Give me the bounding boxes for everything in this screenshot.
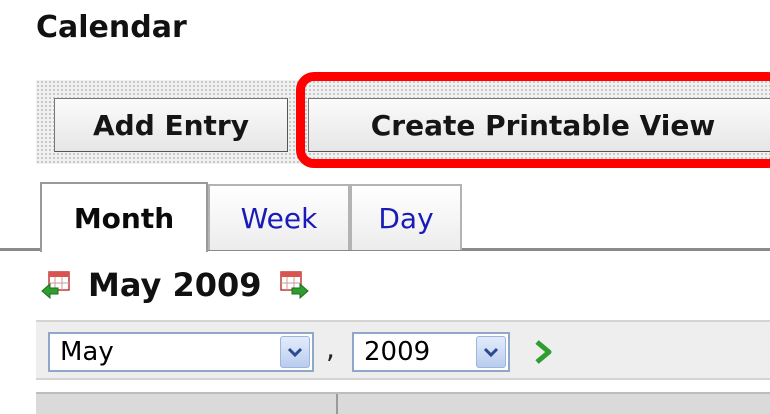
chevron-down-icon[interactable]: [476, 336, 506, 368]
year-select-value: 2009: [364, 337, 431, 367]
go-arrow-icon[interactable]: [526, 334, 560, 370]
page-title: Calendar: [36, 10, 187, 45]
chevron-down-icon[interactable]: [280, 336, 310, 368]
calendar-previous-icon[interactable]: [40, 269, 72, 301]
month-select-value: May: [60, 337, 114, 367]
highlight-annotation: [296, 72, 770, 168]
tab-day[interactable]: Day: [350, 184, 462, 250]
year-select[interactable]: 2009: [352, 332, 510, 372]
column-divider: [336, 394, 338, 414]
month-navigation: May 2009: [40, 260, 310, 310]
tab-week[interactable]: Week: [208, 184, 350, 250]
date-separator: ,: [326, 332, 335, 365]
date-selector-bar: May , 2009: [36, 320, 770, 380]
add-entry-button[interactable]: Add Entry: [54, 98, 288, 152]
month-select[interactable]: May: [48, 332, 314, 372]
calendar-grid-header: [36, 392, 770, 414]
calendar-next-icon[interactable]: [278, 269, 310, 301]
current-period-label: May 2009: [88, 266, 262, 304]
tab-month[interactable]: Month: [40, 182, 208, 252]
